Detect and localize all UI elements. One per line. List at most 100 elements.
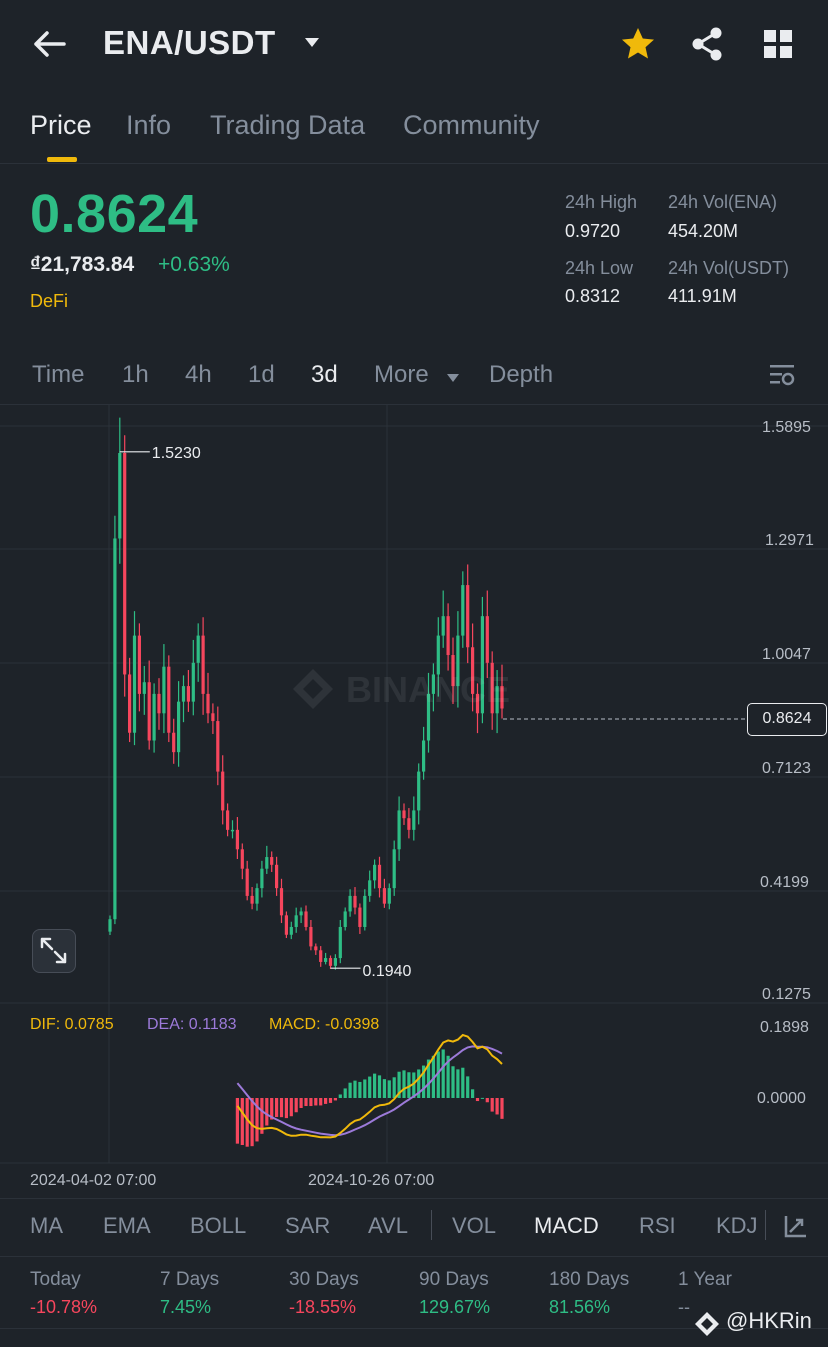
perf-90d-label: 90 Days	[419, 1269, 489, 1290]
candle-body	[358, 907, 362, 927]
candle-body	[265, 857, 269, 869]
candle-body	[211, 713, 215, 722]
stat-low-label: 24h Low	[565, 258, 634, 278]
indicator-sar[interactable]: SAR	[285, 1213, 330, 1239]
macd-histogram-bar	[309, 1098, 313, 1107]
indicator-rsi[interactable]: RSI	[639, 1213, 676, 1239]
caret-down-icon[interactable]	[303, 36, 321, 50]
interval-more[interactable]: More	[374, 361, 429, 389]
candle-body	[485, 616, 489, 663]
perf-180d-value: 81.56%	[549, 1297, 611, 1317]
candle-body	[397, 810, 401, 850]
candle-body	[461, 585, 465, 636]
macd-histogram-bar	[480, 1097, 484, 1099]
macd-histogram-bar	[451, 1066, 455, 1098]
indicator-macd[interactable]: MACD	[534, 1213, 599, 1239]
trading-pair-title[interactable]: ENA/USDT	[103, 24, 276, 62]
macd-histogram-bar	[314, 1098, 318, 1106]
chart-settings-icon[interactable]	[768, 361, 796, 389]
candle-body	[304, 911, 308, 927]
macd-histogram-bar	[363, 1079, 367, 1098]
perf-180d-label: 180 Days	[549, 1269, 630, 1290]
macd-histogram-bar	[304, 1098, 308, 1107]
candle-body	[407, 818, 411, 830]
candle-body	[294, 915, 298, 927]
indicator-vol[interactable]: VOL	[452, 1213, 496, 1239]
fiat-value: ₫21,783.84	[30, 253, 135, 276]
indicator-ema[interactable]: EMA	[103, 1213, 151, 1239]
current-price-label: 0.8624	[747, 703, 827, 736]
candlestick-chart[interactable]: 1.5230 0.1940 1.5895 1.2971 1.0047 0.712…	[0, 404, 828, 1204]
perf-today-value: -10.78%	[30, 1297, 98, 1317]
divider	[0, 1256, 828, 1257]
interval-3d[interactable]: 3d	[311, 361, 338, 389]
indicator-boll[interactable]: BOLL	[190, 1213, 246, 1239]
y-tick-label: 0.1275	[762, 986, 811, 1003]
interval-depth[interactable]: Depth	[489, 361, 553, 389]
expand-chart-button[interactable]	[32, 929, 76, 973]
perf-30d-label: 30 Days	[289, 1269, 359, 1290]
macd-histogram-bar	[402, 1070, 406, 1098]
candle-body	[446, 616, 450, 656]
macd-histogram-bar	[495, 1098, 499, 1115]
candle-body	[328, 958, 333, 966]
candle-body	[157, 693, 161, 714]
macd-y-tick: 0.1898	[760, 1019, 809, 1036]
active-tab-indicator	[47, 157, 77, 162]
candle-body	[387, 888, 391, 904]
candle-body	[373, 864, 377, 881]
grid-icon[interactable]	[761, 27, 795, 61]
x-tick-label: 2024-10-26 07:00	[308, 1172, 434, 1189]
indicator-avl[interactable]: AVL	[368, 1213, 408, 1239]
candle-body	[235, 829, 239, 850]
macd-histogram-bar	[338, 1094, 342, 1098]
last-price: 0.8624	[30, 184, 199, 244]
macd-histogram-bar	[461, 1067, 465, 1098]
candle-body	[392, 849, 396, 889]
interval-1h[interactable]: 1h	[122, 361, 149, 389]
candle-body	[123, 453, 127, 675]
stat-high-label: 24h High	[565, 192, 638, 212]
candle-body	[343, 911, 347, 927]
svg-text:BINANCE: BINANCE	[346, 669, 510, 710]
perf-1y-value: --	[678, 1297, 690, 1317]
macd-value: MACD: -0.0398	[269, 1016, 380, 1033]
perf-30d-value: -18.55%	[289, 1297, 357, 1317]
macd-histogram-bar	[490, 1098, 494, 1112]
candle-body	[128, 674, 132, 733]
divider	[765, 1210, 766, 1240]
stat-low-value: 0.8312	[565, 286, 621, 306]
x-tick-label: 2024-04-02 07:00	[30, 1172, 156, 1189]
candle-body	[319, 950, 323, 962]
drawing-tool-icon[interactable]	[783, 1213, 809, 1239]
interval-time[interactable]: Time	[32, 361, 84, 389]
tab-community[interactable]: Community	[403, 110, 540, 141]
tab-info[interactable]: Info	[126, 110, 171, 141]
star-icon[interactable]	[619, 26, 657, 62]
min-price-marker: 0.1940	[363, 963, 412, 980]
y-tick-label: 0.4199	[760, 874, 809, 891]
share-icon[interactable]	[689, 26, 725, 62]
candle-body	[191, 662, 195, 702]
candle-body	[240, 849, 244, 869]
candle-body	[137, 635, 141, 694]
macd-histogram-bar	[333, 1098, 337, 1101]
candle-body	[333, 958, 337, 966]
expand-icon	[40, 937, 67, 964]
macd-histogram-bar	[353, 1080, 357, 1098]
macd-histogram-bar	[456, 1069, 460, 1098]
candle-body	[132, 635, 137, 733]
indicator-ma[interactable]: MA	[30, 1213, 63, 1239]
interval-4h[interactable]: 4h	[185, 361, 212, 389]
macd-histogram-bar	[240, 1098, 244, 1145]
tab-price[interactable]: Price	[30, 110, 92, 141]
caret-down-icon[interactable]	[446, 370, 460, 382]
back-button[interactable]	[30, 26, 70, 62]
category-tag[interactable]: DeFi	[30, 291, 68, 312]
macd-histogram-bar	[275, 1098, 279, 1117]
tab-trading-data[interactable]: Trading Data	[210, 110, 365, 141]
interval-1d[interactable]: 1d	[248, 361, 275, 389]
candle-body	[162, 666, 166, 714]
indicator-kdj[interactable]: KDJ	[716, 1213, 758, 1239]
y-tick-label: 1.2971	[765, 532, 814, 549]
